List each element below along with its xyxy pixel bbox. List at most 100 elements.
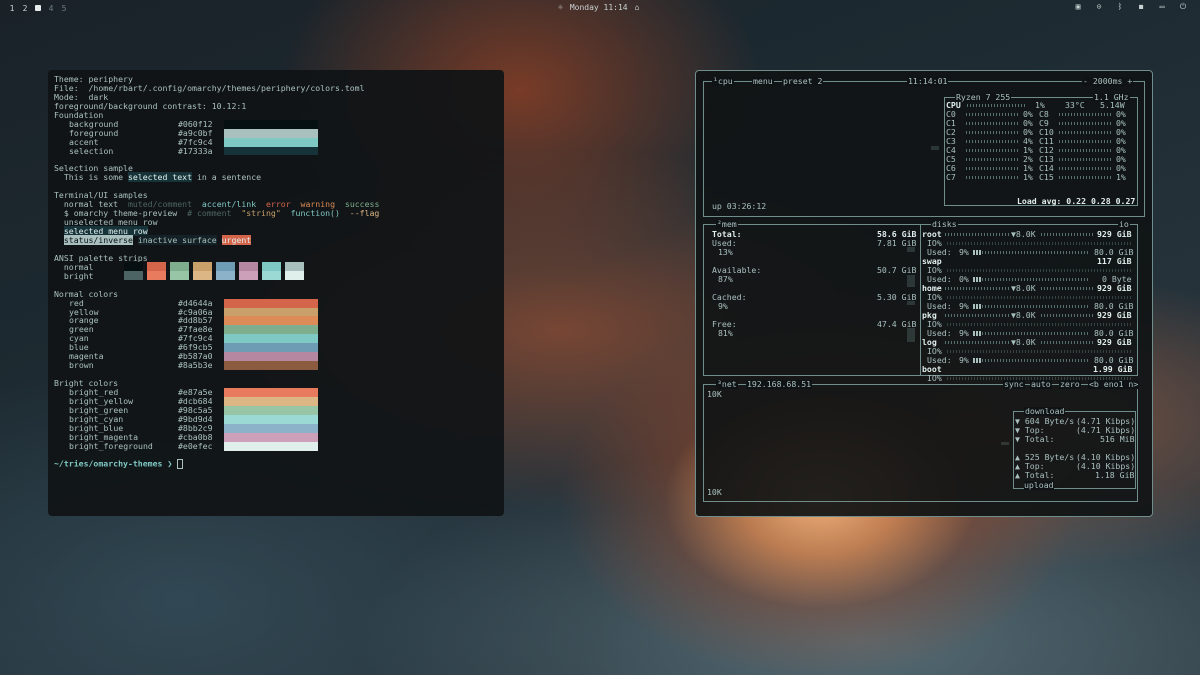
disk-io: ▼8.0K — [1011, 229, 1036, 239]
ansi-normal-swatch — [124, 261, 143, 271]
color-row: blue #6f9cb5 — [54, 343, 498, 353]
interval-control[interactable]: - 2000ms + — [1082, 77, 1134, 86]
net-sync-toggle[interactable]: sync — [1003, 380, 1025, 389]
disks-title: disks — [931, 219, 958, 229]
status-row: status/inverse inactive surface urgent — [63, 234, 252, 245]
ul-total: 1.18 GiB — [1095, 470, 1135, 480]
disk-io-bar — [945, 341, 1009, 344]
core-bar — [1059, 167, 1111, 170]
bluetooth-icon[interactable]: ᛒ — [1115, 2, 1125, 12]
ansi-normal-swatch — [170, 261, 189, 271]
mem-avail-pct: 87% — [718, 274, 733, 284]
disk-io-graph — [947, 323, 1131, 326]
shell-prompt[interactable]: ~/tries/omarchy-themes ❯ — [54, 459, 498, 470]
dl-total-label: ▼ Total: — [1015, 434, 1055, 444]
cpu-graph-dots — [931, 146, 939, 150]
top-bar: 1 2 4 5 ☼ Monday 11:14 ⌂ ▣ ⊙ ᛒ ◼ ▭ ⏻ — [0, 0, 1200, 16]
mem-avail-value: 50.7 GiB — [877, 265, 917, 275]
disk-size: 929 GiB — [1097, 337, 1132, 347]
disk-io-graph — [947, 296, 1131, 299]
omarchy-logo-icon[interactable]: ▣ — [1073, 2, 1083, 12]
net-graph-dots — [1001, 442, 1009, 445]
io-toggle[interactable]: io — [1118, 220, 1130, 229]
net-interface[interactable]: <b eno1 n> — [1088, 380, 1140, 389]
color-swatch — [224, 405, 318, 415]
disk-size: 117 GiB — [1097, 256, 1132, 266]
workspace-5[interactable]: 5 — [61, 4, 67, 13]
foundation-row: background #060f12 — [54, 119, 498, 129]
uptime: up 03:26:12 — [712, 201, 767, 211]
color-row: magenta #b587a0 — [54, 352, 498, 362]
disk-io-bar — [1041, 287, 1093, 290]
color-swatch — [224, 128, 318, 138]
color-name: bright_foreground — [69, 440, 153, 451]
cpu-box: ¹cpu menu preset 2 11:14:01 - 2000ms + u… — [703, 77, 1145, 217]
menu-button[interactable]: menu — [752, 77, 774, 86]
color-hex: #e0efec — [178, 440, 213, 451]
disk-used-fill — [973, 358, 981, 363]
core-bar — [1059, 131, 1111, 134]
mem-avail-graph — [907, 275, 915, 287]
disk-used-bar — [982, 278, 1088, 281]
battery-icon[interactable]: ▭ — [1157, 2, 1167, 12]
disk-used-pct: 9% — [959, 355, 969, 365]
theme-preview-terminal[interactable]: Theme: periphery File: /home/rbart/.conf… — [48, 70, 504, 516]
color-swatch — [224, 119, 318, 129]
clock-group: ☼ Monday 11:14 ⌂ — [558, 3, 639, 12]
workspace-4[interactable]: 4 — [48, 4, 54, 13]
color-hex: #17333a — [178, 145, 213, 156]
core-bar — [1059, 113, 1111, 116]
selected-text: selected text — [127, 172, 193, 183]
disk-used-bar — [982, 359, 1088, 362]
disk-io-bar — [1041, 341, 1093, 344]
ansi-normal-swatch — [216, 261, 235, 271]
clock[interactable]: Monday 11:14 — [570, 3, 628, 12]
disk-used-bar — [982, 332, 1088, 335]
disk-used-pct: 9% — [959, 328, 969, 338]
mem-free-pct: 81% — [718, 328, 733, 338]
btop-window[interactable]: ¹cpu menu preset 2 11:14:01 - 2000ms + u… — [695, 70, 1153, 517]
color-swatch — [224, 137, 318, 147]
net-scale-bottom: 10K — [707, 487, 722, 497]
core-bar — [966, 149, 1018, 152]
screen-record-icon[interactable]: ⊙ — [1094, 2, 1104, 12]
foundation-row: foreground #a9c0bf — [54, 128, 498, 138]
net-auto-toggle[interactable]: auto — [1030, 380, 1052, 389]
disk-used-fill — [973, 250, 981, 255]
workspace-3-active[interactable] — [35, 4, 41, 11]
color-swatch — [224, 352, 318, 362]
workspace-2[interactable]: 2 — [22, 4, 28, 13]
contrast-line: foreground/background contrast: 10.12:1 — [54, 100, 247, 111]
notification-icon[interactable]: ⌂ — [635, 3, 640, 12]
color-swatch — [224, 307, 318, 317]
speaker-icon[interactable]: ◼ — [1136, 2, 1146, 12]
cursor — [177, 459, 184, 470]
color-swatch — [224, 441, 318, 451]
foundation-row: accent #7fc9c4 — [54, 137, 498, 147]
disk-size: 1.99 GiB — [1093, 364, 1133, 374]
net-zero-toggle[interactable]: zero — [1059, 380, 1081, 389]
workspace-1[interactable]: 1 — [9, 4, 15, 13]
ansi-bright-label: bright — [63, 270, 94, 281]
core-name: C7 — [946, 172, 956, 182]
ansi-normal-swatch — [147, 261, 166, 271]
color-hex: #8a5b3e — [178, 360, 213, 371]
workspace-switcher: 1 2 4 5 — [9, 4, 67, 13]
core-bar — [966, 167, 1018, 170]
ansi-bright-swatch — [262, 270, 281, 280]
disk-io-bar — [945, 233, 1009, 236]
mem-used-pct: 13% — [718, 247, 733, 257]
ansi-bright-swatch — [285, 270, 304, 280]
core-bar — [1059, 149, 1111, 152]
disk-io: ▼8.0K — [1011, 310, 1036, 320]
cpu-info-box: Ryzen 7 255 1.1 GHz CPU 1% 33°C 5.14W C0… — [944, 93, 1138, 206]
preset-button[interactable]: preset 2 — [782, 77, 824, 86]
disk-used-fill — [973, 277, 981, 282]
ul-total-label: ▲ Total: — [1015, 470, 1055, 480]
mem-box: ²mem Total: 58.6 GiB Used: 7.81 GiB 13% … — [703, 220, 921, 376]
core-bar — [966, 176, 1018, 179]
color-row: cyan #7fc9c4 — [54, 334, 498, 344]
power-icon[interactable]: ⏻ — [1178, 2, 1188, 12]
core-bar — [1059, 176, 1111, 179]
foundation-list: background #060f12 foreground #a9c0bf accent… — [54, 119, 498, 156]
